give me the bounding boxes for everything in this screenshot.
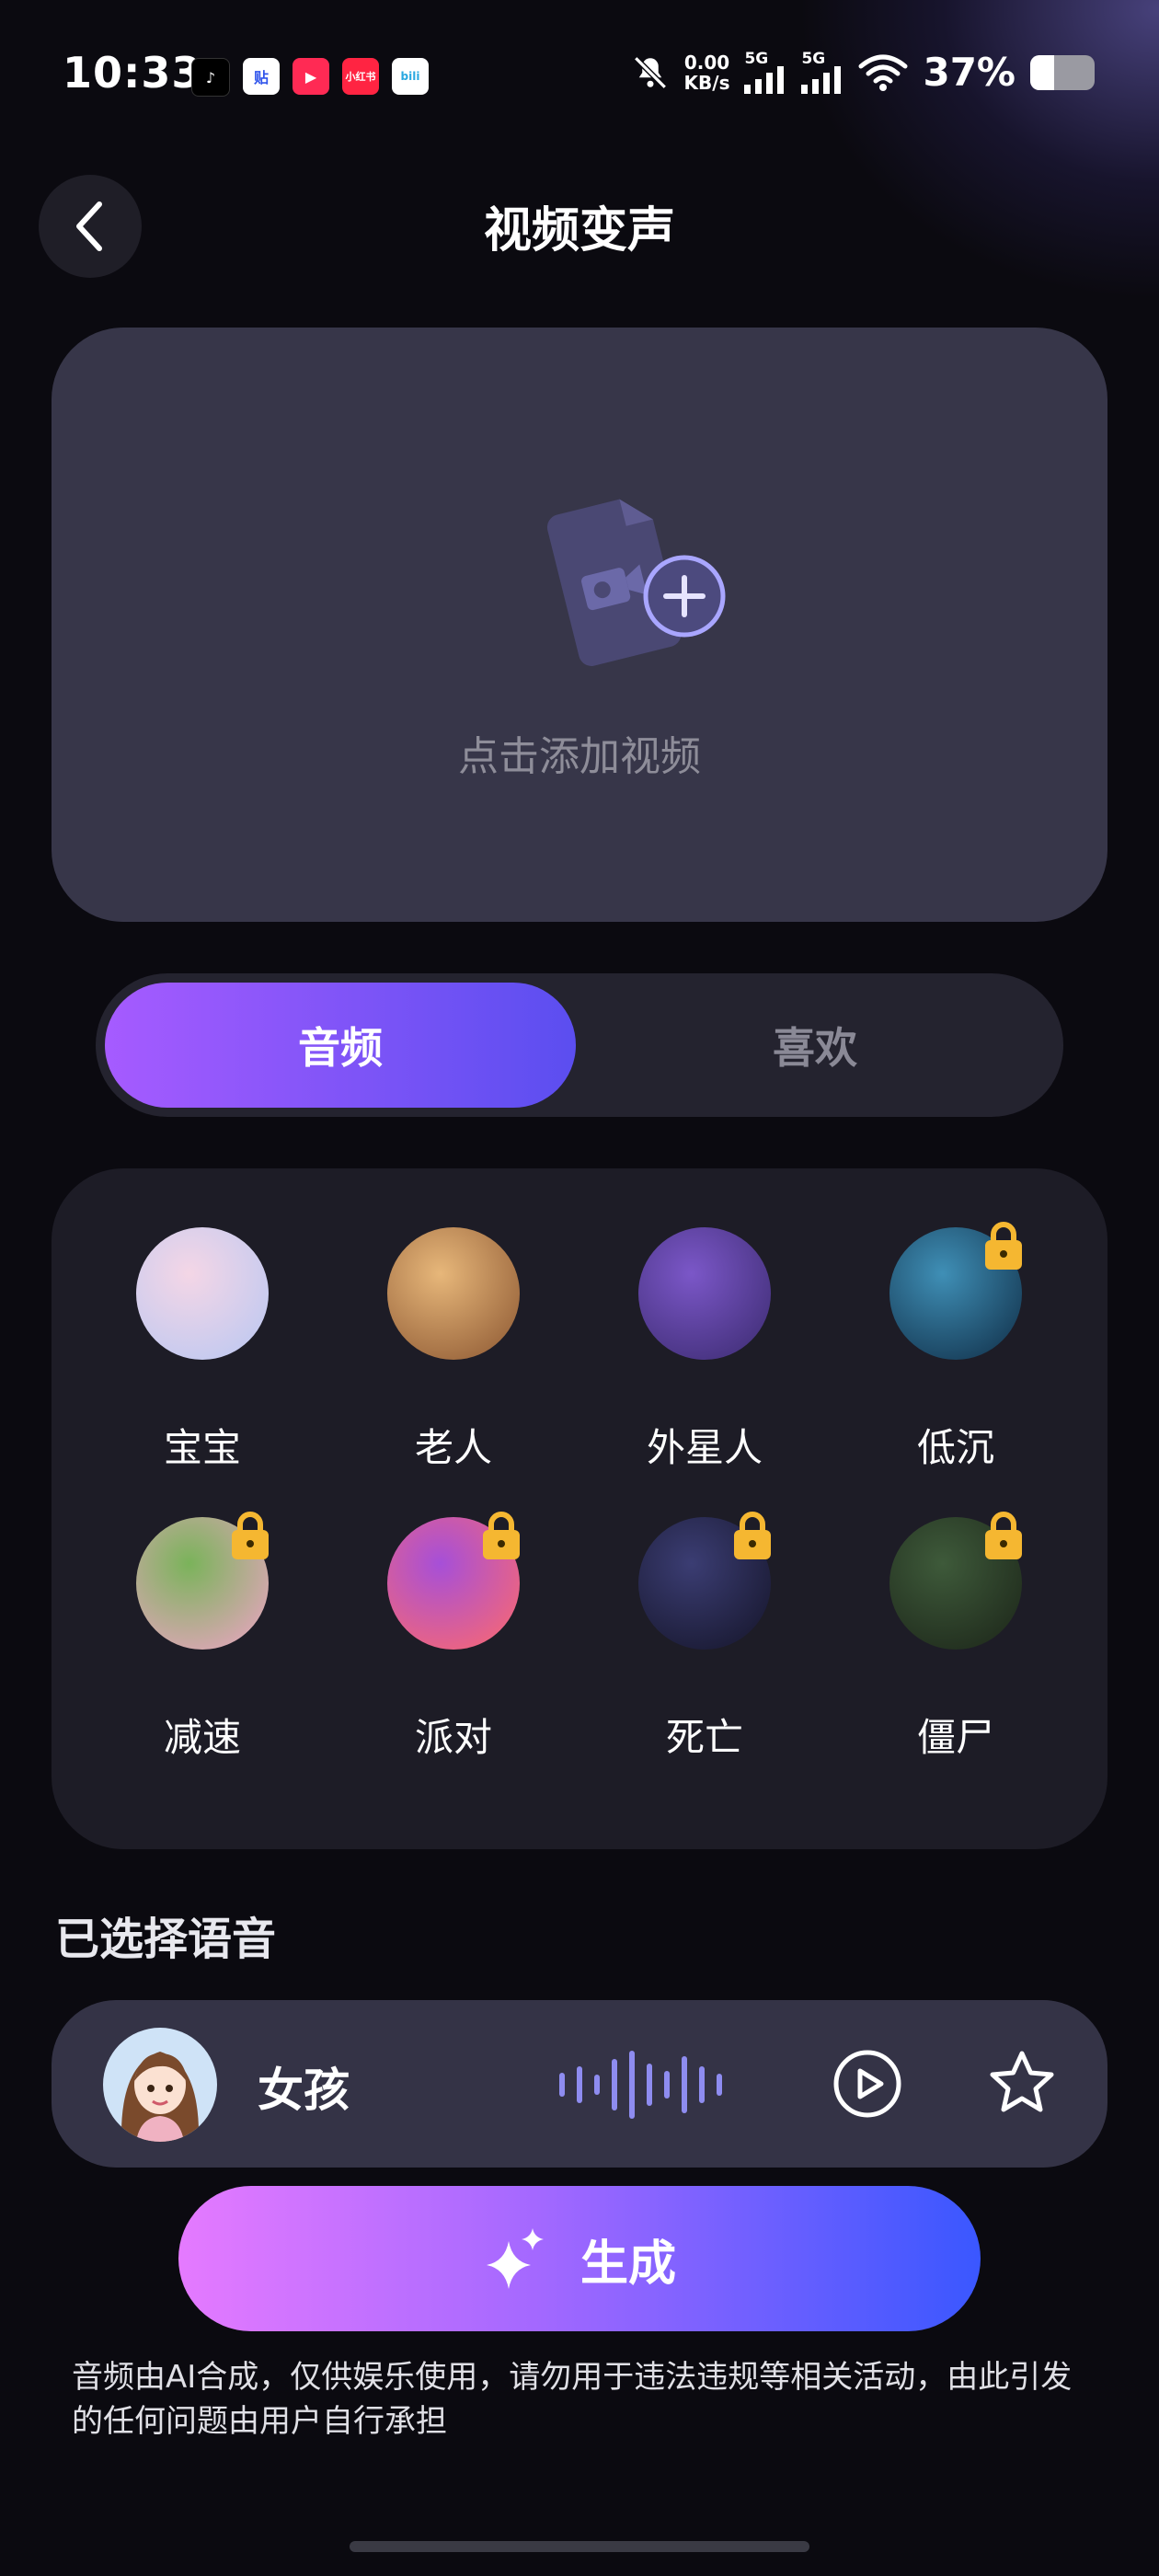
bilibili-app-icon: bili: [392, 58, 429, 95]
status-indicators: 0.00 KB/s 5G 5G 37%: [631, 50, 1095, 95]
tieba-app-icon: 贴: [243, 58, 280, 95]
disclaimer-text: 音频由AI合成，仅供娱乐使用，请勿用于违法违规等相关活动，由此引发的任何问题由用…: [72, 2359, 1073, 2440]
cellular-label-1: 5G: [744, 49, 769, 68]
waveform-icon: [559, 2051, 722, 2119]
voice-item-elder[interactable]: 老人: [361, 1168, 545, 1470]
sparkle-icon: [486, 2228, 544, 2289]
voice-item-party[interactable]: 派对: [361, 1458, 545, 1760]
girl-avatar-image: [103, 2028, 217, 2142]
voice-avatar: [387, 1227, 520, 1360]
lock-icon: [483, 1512, 520, 1559]
voice-label: 死亡: [665, 1715, 743, 1760]
battery-icon: [1030, 54, 1095, 90]
tab-favorites[interactable]: 喜欢: [576, 983, 1054, 1108]
mute-bell-icon: [633, 55, 667, 89]
network-speed-value: 0.00: [683, 51, 730, 74]
voice-label: 派对: [414, 1715, 492, 1760]
network-speed-unit: KB/s: [683, 71, 730, 94]
notification-app-icons: ♪ 贴 ▶ 小红书 bili: [191, 58, 429, 97]
generate-label: 生成: [580, 2236, 676, 2292]
selected-voice-heading: 已选择语音: [55, 1914, 277, 1965]
voice-list: 宝宝 老人 外星人 低沉 减速 派对 死亡 僵尸: [52, 1168, 1107, 1849]
lock-icon: [985, 1512, 1022, 1559]
voice-item-zombie[interactable]: 僵尸: [864, 1458, 1048, 1760]
voice-avatar: [638, 1227, 771, 1360]
page-title: 视频变声: [483, 203, 675, 259]
waveform-bar: [664, 2071, 670, 2099]
screen: 10:33 ♪ 贴 ▶ 小红书 bili 0.00 KB/s 5G 5G 37%…: [0, 0, 1159, 2576]
battery-percent: 37%: [923, 50, 1016, 95]
signal-bars-icon: [744, 65, 785, 94]
wifi-icon: [858, 54, 908, 91]
voice-item-alien[interactable]: 外星人: [613, 1168, 797, 1470]
play-button[interactable]: [830, 2046, 905, 2122]
voice-item-death[interactable]: 死亡: [613, 1458, 797, 1760]
waveform-bar: [682, 2056, 687, 2113]
xiaohongshu-app-icon: 小红书: [342, 58, 379, 95]
cellular-signal-2: 5G: [801, 49, 843, 94]
selected-voice-card: 女孩: [52, 2000, 1107, 2168]
lock-icon: [734, 1512, 771, 1559]
battery-level: [1030, 54, 1054, 90]
voice-label: 减速: [163, 1715, 241, 1760]
waveform-bar: [629, 2051, 635, 2119]
status-time: 10:33: [63, 48, 202, 98]
waveform-bar: [594, 2075, 600, 2095]
waveform-bar: [612, 2059, 617, 2110]
waveform-bar: [577, 2066, 582, 2103]
selected-voice-avatar: [103, 2028, 217, 2142]
video-app-icon: ▶: [293, 58, 329, 95]
voice-item-baby[interactable]: 宝宝: [110, 1168, 294, 1470]
waveform-bar: [647, 2064, 652, 2106]
add-video-label: 点击添加视频: [458, 733, 701, 780]
waveform-bar: [699, 2066, 705, 2103]
tab-audio[interactable]: 音频: [105, 983, 576, 1108]
status-bar: 10:33 ♪ 贴 ▶ 小红书 bili 0.00 KB/s 5G 5G 37%: [0, 0, 1159, 156]
cellular-label-2: 5G: [801, 49, 826, 68]
network-speed: 0.00 KB/s: [684, 52, 730, 93]
tab-bar: 音频 喜欢: [96, 973, 1063, 1117]
voice-label: 僵尸: [916, 1715, 994, 1760]
generate-button[interactable]: 生成: [178, 2186, 981, 2331]
signal-bars-icon: [801, 65, 842, 94]
add-video-card[interactable]: 点击添加视频: [52, 328, 1107, 922]
waveform-bar: [559, 2073, 565, 2097]
voice-avatar: [136, 1227, 269, 1360]
home-indicator[interactable]: [350, 2541, 809, 2552]
cellular-signal-1: 5G: [744, 49, 786, 94]
selected-voice-name: 女孩: [258, 2064, 350, 2117]
lock-icon: [232, 1512, 269, 1559]
douyin-app-icon: ♪: [191, 58, 230, 97]
voice-item-slow[interactable]: 减速: [110, 1458, 294, 1760]
add-video-icon: [546, 499, 726, 666]
favorite-star-button[interactable]: [984, 2046, 1060, 2122]
waveform-bar: [717, 2074, 722, 2096]
voice-item-deep[interactable]: 低沉: [864, 1168, 1048, 1470]
lock-icon: [985, 1222, 1022, 1270]
